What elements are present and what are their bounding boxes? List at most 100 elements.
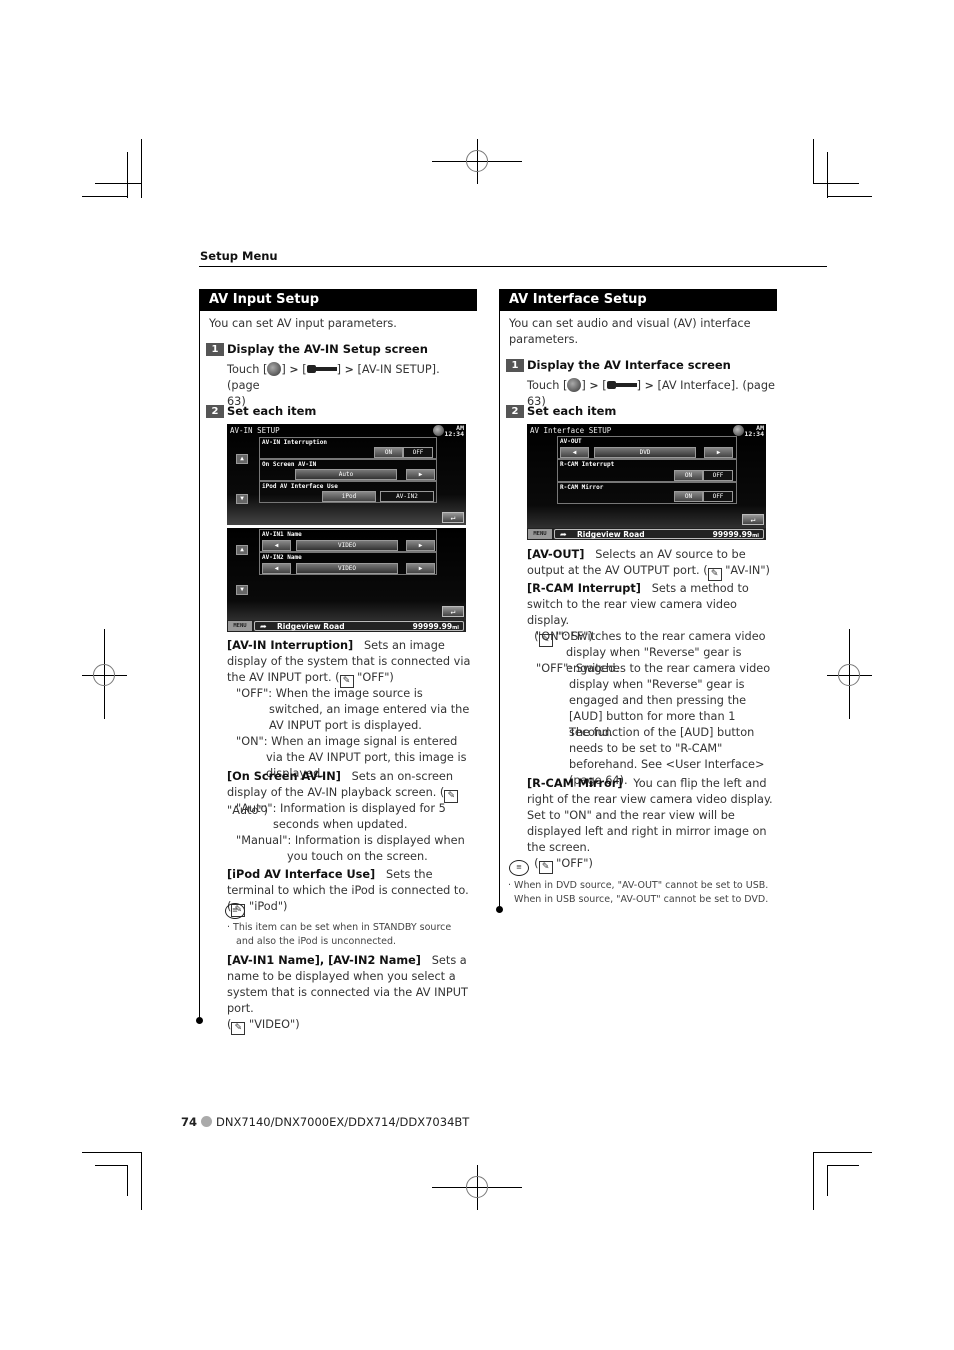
step-title: Display the AV Interface screen xyxy=(527,358,731,372)
road-name: Ridgeview Road xyxy=(277,622,345,631)
av-in-interruption-row: AV-IN Interruption ON OFF xyxy=(259,437,437,459)
off-button[interactable]: OFF xyxy=(403,447,433,458)
right-step-2: 2 Set each item xyxy=(506,403,616,419)
section-header: Setup Menu xyxy=(200,249,278,263)
sub-item: "Auto": Information is displayed for 5 s… xyxy=(236,802,446,831)
distance: 99999.99mi xyxy=(712,530,759,539)
menu-button[interactable]: MENU xyxy=(228,621,252,631)
scroll-down-button[interactable]: ▼ xyxy=(236,585,248,595)
ipod-av-interface-row: iPod AV Interface Use iPod AV-IN2 xyxy=(259,481,437,503)
av-in2-button[interactable]: AV-IN2 xyxy=(380,491,434,502)
av-in-name-screen: ▲ ▼ AV-IN1 Name ◀ VIDEO ▶ AV-IN2 Name ◀ … xyxy=(227,528,466,632)
end-marker xyxy=(496,906,503,913)
step-number: 1 xyxy=(206,343,224,356)
home-icon[interactable] xyxy=(733,425,744,436)
pencil-icon: ✎ xyxy=(707,568,722,581)
menu-button[interactable]: MENU xyxy=(528,529,552,539)
ipod-button[interactable]: iPod xyxy=(322,491,376,502)
off-button[interactable]: OFF xyxy=(703,491,733,502)
next-button[interactable]: ▶ xyxy=(406,540,435,551)
av-input-setup-title: AV Input Setup xyxy=(199,289,477,311)
page-footer: 74 DNX7140/DNX7000EX/DDX714/DDX7034BT xyxy=(181,1115,469,1129)
left-step-1: 1 Display the AV-IN Setup screen xyxy=(206,341,428,357)
r-cam-interrupt-row: R-CAM Interrupt ON OFF xyxy=(557,459,737,482)
sub-item: "Manual": Information is displayed when … xyxy=(236,834,465,863)
right-step-1: 1 Display the AV Interface screen xyxy=(506,357,731,373)
pencil-icon: ✎ xyxy=(231,1022,246,1035)
right-column-rule xyxy=(499,311,500,909)
step-number: 2 xyxy=(506,405,524,418)
av-interface-setup-screen: AV Interface SETUP AM 12:34 AV-OUT ◀ DVD … xyxy=(527,424,766,540)
turn-right-icon: ➦ xyxy=(260,622,267,631)
prev-button[interactable]: ◀ xyxy=(262,540,291,551)
note: · This item can be set when in STANDBY s… xyxy=(227,922,452,947)
scroll-up-button[interactable]: ▲ xyxy=(236,545,248,555)
back-button[interactable]: ↵ xyxy=(442,512,464,523)
home-icon xyxy=(567,378,582,392)
on-button[interactable]: ON xyxy=(674,470,703,481)
av-interface-setup-title: AV Interface Setup xyxy=(499,289,777,311)
prev-button[interactable]: ◀ xyxy=(262,563,291,574)
av-in1-name-row: AV-IN1 Name ◀ VIDEO ▶ xyxy=(259,529,437,552)
wrench-icon xyxy=(306,365,337,373)
step-title: Display the AV-IN Setup screen xyxy=(227,342,428,356)
left-step-2: 2 Set each item xyxy=(206,403,316,419)
page-number: 74 xyxy=(181,1115,198,1129)
on-screen-av-in-row: On Screen AV-IN Auto ▶ xyxy=(259,459,437,481)
item-av-out: [AV-OUT] Selects an AV source to be outp… xyxy=(527,548,770,581)
status-bar: MENU ➦ Ridgeview Road 99999.99mi xyxy=(527,528,766,540)
scroll-down-button[interactable]: ▼ xyxy=(236,494,248,504)
off-button[interactable]: OFF xyxy=(703,470,733,481)
left-column-rule xyxy=(199,311,200,1021)
home-icon xyxy=(267,362,282,376)
step-title: Set each item xyxy=(527,404,617,418)
item-r-cam-mirror: [R-CAM Mirror] You can flip the left and… xyxy=(527,777,773,874)
back-button[interactable]: ↵ xyxy=(742,514,764,525)
navigation-strip[interactable]: ➦ Ridgeview Road 99999.99mi xyxy=(254,621,464,631)
speech-bubble-icon: ≡ xyxy=(509,860,529,876)
back-button[interactable]: ↵ xyxy=(442,606,464,617)
status-bar: MENU ➦ Ridgeview Road 99999.99mi xyxy=(227,620,466,632)
screen-title: AV-IN SETUP xyxy=(230,426,280,435)
pencil-icon: ✎ xyxy=(538,861,553,874)
prev-button[interactable]: ◀ xyxy=(560,447,589,458)
chevron-right-icon: > xyxy=(289,363,299,376)
name-value: VIDEO xyxy=(296,563,398,574)
separator-dot xyxy=(201,1116,213,1127)
model-list: DNX7140/DNX7000EX/DDX714/DDX7034BT xyxy=(216,1115,470,1129)
distance: 99999.99mi xyxy=(412,622,459,631)
item-av-in-interruption: [AV-IN Interruption] Sets an image displ… xyxy=(227,639,471,688)
item-ipod-av-interface-use: [iPod AV Interface Use] Sets the termina… xyxy=(227,868,469,917)
scroll-up-button[interactable]: ▲ xyxy=(236,454,248,464)
home-icon[interactable] xyxy=(433,425,444,436)
next-button[interactable]: ▶ xyxy=(406,563,435,574)
chevron-right-icon: > xyxy=(589,379,599,392)
header-rule xyxy=(199,266,827,267)
r-cam-mirror-row: R-CAM Mirror ON OFF xyxy=(557,482,737,504)
right-intro: You can set audio and visual (AV) interf… xyxy=(509,317,751,346)
av-in-setup-screen: AV-IN SETUP AM 12:34 ▲ ▼ AV-IN Interrupti… xyxy=(227,424,466,525)
step-title: Set each item xyxy=(227,404,317,418)
step-number: 2 xyxy=(206,405,224,418)
clock: AM 12:34 xyxy=(444,424,464,438)
left-intro: You can set AV input parameters. xyxy=(209,317,397,330)
end-marker xyxy=(196,1017,203,1024)
on-button[interactable]: ON xyxy=(674,491,703,502)
next-button[interactable]: ▶ xyxy=(704,447,733,458)
notes: · When in DVD source, "AV-OUT" cannot be… xyxy=(508,880,769,905)
on-button[interactable]: ON xyxy=(374,447,403,458)
next-button[interactable]: ▶ xyxy=(406,469,435,480)
av-out-row: AV-OUT ◀ DVD ▶ xyxy=(557,436,737,459)
on-screen-value: Auto xyxy=(295,469,397,480)
wrench-icon xyxy=(606,381,637,389)
screen-title: AV Interface SETUP xyxy=(530,426,612,435)
chevron-right-icon: > xyxy=(644,379,654,392)
item-av-in-name: [AV-IN1 Name], [AV-IN2 Name] Sets a name… xyxy=(227,954,468,1035)
name-value: VIDEO xyxy=(296,540,398,551)
step-number: 1 xyxy=(506,359,524,372)
sub-item: "OFF": When the image source is switched… xyxy=(236,687,470,732)
turn-right-icon: ➦ xyxy=(560,530,567,539)
clock: AM 12:34 xyxy=(744,424,764,438)
navigation-strip[interactable]: ➦ Ridgeview Road 99999.99mi xyxy=(554,529,764,539)
chevron-right-icon: > xyxy=(344,363,354,376)
